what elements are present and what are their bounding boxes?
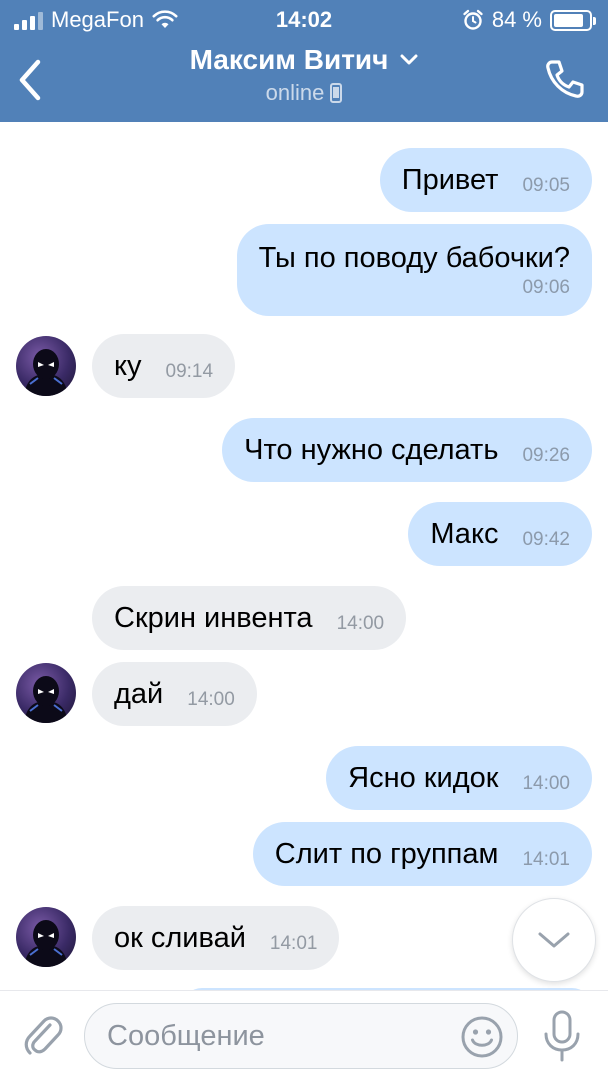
scroll-down-chevron-icon — [538, 932, 570, 948]
message-outgoing[interactable]: Привет 09:05 — [379, 148, 592, 212]
contact-name-row[interactable]: Максим Витич — [190, 44, 419, 76]
avatar[interactable] — [16, 336, 76, 396]
status-bar: MegaFon 14:02 84 % — [0, 0, 608, 40]
message-text: Что нужно сделать — [244, 433, 499, 466]
message-text: Привет — [401, 163, 499, 196]
alarm-icon — [463, 9, 483, 30]
message-outgoing[interactable]: Слит по группам 14:01 — [252, 822, 592, 886]
composer-bar — [0, 990, 608, 1080]
call-button[interactable] — [542, 56, 588, 102]
message-text: Макс — [430, 517, 499, 550]
contact-name: Максим Витич — [189, 44, 389, 75]
message-outgoing[interactable]: Макс 09:42 — [408, 502, 592, 566]
chat-title[interactable]: Максим Витич online — [0, 44, 608, 106]
message-outgoing[interactable]: Ясно кидок 14:00 — [326, 746, 592, 810]
avatar[interactable] — [16, 663, 76, 723]
message-incoming[interactable]: дай 14:00 — [92, 662, 257, 726]
voice-message-button[interactable] — [540, 1009, 584, 1063]
chevron-down-icon — [400, 54, 418, 65]
message-time: 14:00 — [187, 689, 235, 710]
message-incoming[interactable]: ку 09:14 — [92, 334, 236, 398]
emoji-button[interactable] — [460, 1015, 504, 1059]
avatar-image — [24, 920, 68, 967]
avatar-image — [24, 349, 68, 396]
message-time: 14:01 — [269, 933, 318, 954]
paperclip-icon — [24, 1016, 63, 1055]
message-time: 09:14 — [165, 361, 214, 382]
battery-percent: 84 % — [491, 7, 542, 32]
contact-status-row: online — [0, 80, 608, 106]
message-list[interactable]: Привет 09:05 Ты по поводу бабочки? 09:06… — [0, 122, 608, 990]
message-time: 09:06 — [522, 276, 570, 298]
battery-icon — [550, 9, 596, 31]
message-text: Ясно кидок — [348, 761, 499, 794]
message-time: 14:00 — [336, 613, 385, 634]
message-time: 09:05 — [522, 175, 570, 196]
message-incoming[interactable]: ок сливай 14:01 — [92, 906, 340, 970]
message-text: ок сливай — [114, 921, 246, 954]
message-time: 14:01 — [522, 849, 570, 870]
message-time: 09:42 — [522, 529, 570, 550]
contact-status: online — [265, 80, 325, 105]
message-time: 14:00 — [522, 773, 570, 794]
attach-button[interactable] — [20, 1011, 64, 1059]
emoji-icon — [461, 1016, 503, 1058]
avatar[interactable] — [16, 907, 76, 967]
message-text: Ты по поводу бабочки? — [258, 241, 570, 274]
message-text: дай — [114, 677, 164, 710]
mobile-device-icon — [330, 83, 343, 103]
scroll-down-button[interactable] — [512, 898, 596, 982]
message-incoming[interactable]: Скрин инвента 14:00 — [92, 586, 407, 650]
message-time: 09:26 — [522, 445, 570, 466]
message-outgoing[interactable]: Что нужно сделать 09:26 — [222, 418, 592, 482]
message-text: ку — [114, 349, 142, 382]
message-outgoing[interactable]: Ты по поводу бабочки? 09:06 — [236, 224, 592, 316]
message-text: Слит по группам — [274, 837, 499, 870]
phone-icon — [546, 60, 584, 98]
microphone-icon — [544, 1010, 580, 1062]
chat-header: MegaFon 14:02 84 % Максим Витич online — [0, 0, 608, 122]
message-text: Скрин инвента — [114, 601, 313, 634]
message-input[interactable] — [84, 1003, 518, 1069]
avatar-image — [24, 676, 68, 723]
